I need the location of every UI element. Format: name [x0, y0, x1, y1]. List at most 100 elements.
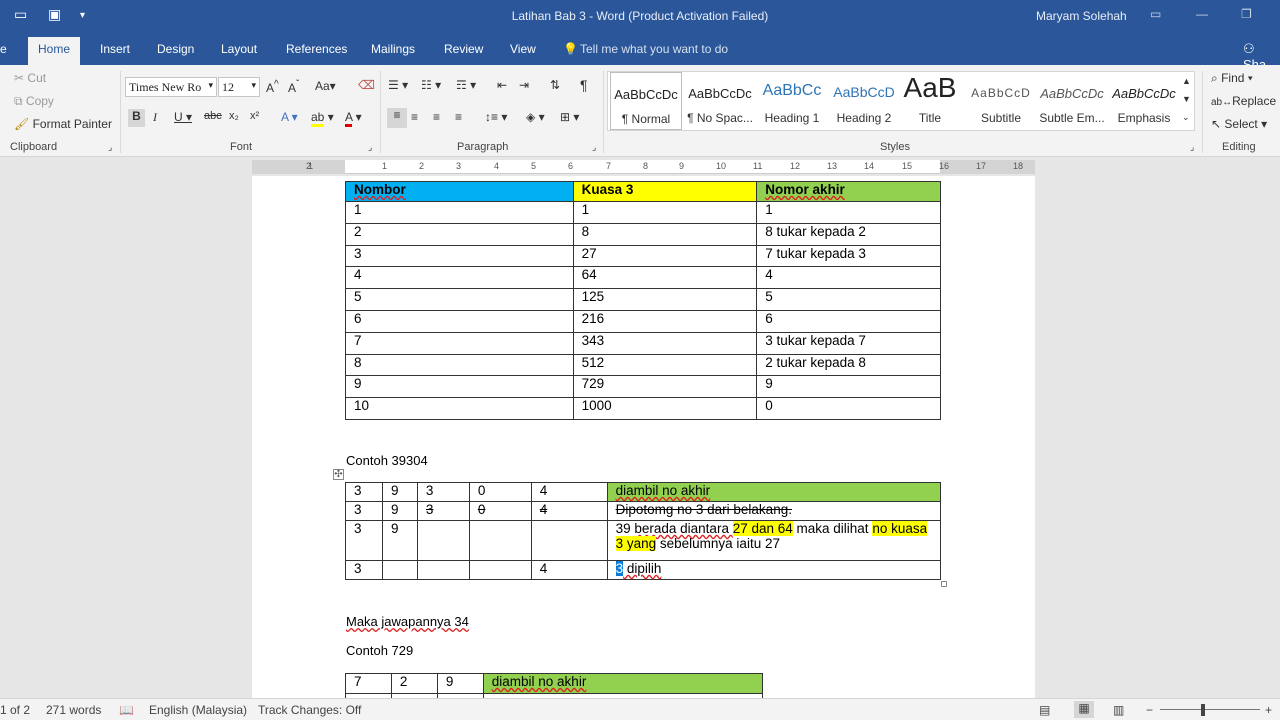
style-heading-2[interactable]: AaBbCcD Heading 2 — [828, 72, 900, 130]
horizontal-ruler[interactable]: 2 1 1 2 3 4 5 6 7 8 9 10 11 12 13 14 15 … — [252, 160, 1035, 174]
table-move-handle-icon[interactable]: ✣ — [333, 469, 344, 480]
table-cell[interactable]: 2 tukar kepada 8 — [756, 353, 941, 377]
contoh-heading-2[interactable]: Contoh 729 — [346, 643, 413, 658]
minimize-icon[interactable]: — — [1196, 7, 1208, 21]
borders-icon[interactable]: ⊞ ▾ — [560, 110, 579, 124]
table-cell[interactable]: 0 — [468, 501, 532, 521]
replace-button[interactable]: ab↔Replace — [1211, 94, 1276, 108]
increase-indent-icon[interactable]: ⇥ — [519, 78, 529, 92]
table-cell[interactable]: 9 — [381, 501, 418, 521]
line-spacing-icon[interactable]: ↕≡ ▾ — [485, 110, 507, 124]
align-right-icon[interactable]: ≡ — [433, 110, 440, 124]
table-cell[interactable]: 64 — [572, 266, 758, 290]
table-cell[interactable]: 3 — [416, 501, 470, 521]
sort-icon[interactable]: ⇅ — [550, 78, 560, 92]
paragraph-launcher-icon[interactable]: ⌟ — [592, 142, 596, 153]
word-count[interactable]: 271 words — [46, 703, 101, 717]
example-table[interactable]: 3 9 3 0 4 diambil no akhir 3 9 3 0 4 Dip… — [345, 482, 942, 580]
select-button[interactable]: ↖ Select ▾ — [1211, 117, 1267, 131]
more-styles-icon[interactable]: ⌄ — [1182, 112, 1190, 123]
table-cell[interactable]: 9 — [381, 482, 418, 502]
format-painter-button[interactable]: 🖌 Format Painter — [14, 117, 112, 131]
subscript-icon[interactable]: x₂ — [229, 110, 239, 122]
restore-icon[interactable]: ❐ — [1241, 7, 1252, 21]
document-page[interactable]: Nombor Kuasa 3 Nomor akhir 111 288 tukar… — [252, 176, 1035, 700]
table-cell[interactable]: 5 — [345, 288, 574, 311]
table-cell[interactable]: 2 — [390, 673, 438, 694]
header-nomor-akhir[interactable]: Nomor akhir — [756, 181, 941, 202]
table-cell[interactable]: 3 — [345, 520, 383, 561]
style-subtle-emphasis[interactable]: AaBbCcDc Subtle Em... — [1036, 72, 1108, 130]
table-cell[interactable]: 9 — [436, 673, 484, 694]
font-color-icon[interactable]: A ▾ — [345, 110, 362, 127]
superscript-icon[interactable]: x² — [250, 110, 259, 122]
style-normal[interactable]: AaBbCcDc ¶ Normal — [610, 72, 682, 130]
table-cell[interactable]: 4 — [530, 501, 608, 521]
table-cell[interactable]: 125 — [572, 288, 758, 311]
track-changes-indicator[interactable]: Track Changes: Off — [258, 703, 361, 717]
show-formatting-icon[interactable]: ¶ — [580, 77, 588, 93]
table-resize-handle[interactable] — [941, 581, 947, 587]
table-cell[interactable]: 343 — [572, 331, 758, 355]
answer-text[interactable]: Maka jawapannya 34 — [346, 614, 469, 629]
multilevel-list-icon[interactable]: ☶ ▾ — [456, 78, 476, 92]
tab-home[interactable]: Home — [28, 37, 81, 65]
table-cell[interactable]: 0 — [756, 397, 941, 420]
example-table-2[interactable]: 7 2 9 diambil no akhir — [345, 673, 764, 700]
table-cell[interactable]: 8 — [572, 222, 758, 246]
table-cell[interactable]: diambil no akhir — [606, 482, 942, 502]
table-cell[interactable]: 1 — [756, 201, 941, 224]
user-name[interactable]: Maryam Solehah — [1036, 9, 1127, 23]
tab-mailings[interactable]: Mailings — [371, 42, 415, 56]
web-layout-icon[interactable]: ▥ — [1113, 703, 1124, 717]
header-kuasa[interactable]: Kuasa 3 — [572, 181, 758, 202]
highlight-icon[interactable]: ab ▾ — [311, 110, 334, 127]
table-cell[interactable]: 9 — [345, 375, 574, 399]
read-mode-icon[interactable]: ▤ — [1039, 703, 1050, 717]
table-cell[interactable]: 0 — [468, 482, 532, 502]
table-cell[interactable]: 216 — [572, 309, 758, 333]
cube-table[interactable]: Nombor Kuasa 3 Nomor akhir 111 288 tukar… — [345, 181, 941, 420]
numbering-icon[interactable]: ☷ ▾ — [421, 78, 441, 92]
table-cell[interactable]: 2 — [345, 222, 574, 246]
contoh-heading[interactable]: Contoh 39304 — [346, 453, 428, 468]
table-cell[interactable]: 1000 — [572, 397, 758, 420]
table-cell[interactable]: 3 tukar kepada 7 — [756, 331, 941, 355]
bullets-icon[interactable]: ☰ ▾ — [388, 78, 408, 92]
copy-button[interactable]: ⧉ Copy — [14, 94, 54, 109]
table-cell[interactable]: 4 — [345, 266, 574, 290]
table-cell[interactable]: 3 — [416, 482, 470, 502]
scroll-up-icon[interactable]: ▲ — [1182, 76, 1191, 86]
style-subtitle[interactable]: AaBbCcD Subtitle — [965, 72, 1037, 130]
table-cell[interactable]: diambil no akhir — [482, 673, 764, 694]
table-cell[interactable]: 6 — [345, 309, 574, 333]
table-cell[interactable]: 10 — [345, 397, 574, 420]
table-cell[interactable]: 3 — [345, 482, 383, 502]
table-cell[interactable]: 27 — [572, 244, 758, 268]
decrease-indent-icon[interactable]: ⇤ — [497, 78, 507, 92]
tab-review[interactable]: Review — [444, 42, 483, 56]
tab-view[interactable]: View — [510, 42, 536, 56]
table-cell[interactable] — [381, 560, 418, 580]
clear-formatting-icon[interactable]: ⌫ — [358, 78, 375, 92]
print-layout-icon[interactable]: ▦ — [1074, 701, 1094, 718]
table-cell[interactable] — [468, 560, 532, 580]
underline-icon[interactable]: U ▾ — [174, 110, 192, 124]
table-cell[interactable]: 4 — [530, 482, 608, 502]
table-cell[interactable]: 3 — [345, 244, 574, 268]
table-cell[interactable]: 4 — [530, 560, 608, 580]
language-indicator[interactable]: English (Malaysia) — [149, 703, 247, 717]
italic-icon[interactable]: I — [153, 110, 157, 125]
table-cell[interactable]: 8 tukar kepada 2 — [756, 222, 941, 246]
table-cell[interactable]: 1 — [572, 201, 758, 224]
table-cell[interactable]: 4 — [756, 266, 941, 290]
zoom-in-icon[interactable]: + — [1265, 703, 1272, 717]
style-heading-1[interactable]: AaBbCc Heading 1 — [756, 72, 828, 130]
table-cell[interactable]: 9 — [381, 520, 418, 561]
tab-file[interactable]: e — [0, 42, 7, 56]
page-count[interactable]: 1 of 2 — [0, 703, 30, 717]
scroll-down-icon[interactable]: ▼ — [1182, 94, 1191, 104]
align-left-icon[interactable]: ≡ — [387, 108, 407, 128]
table-cell[interactable]: 7 — [345, 331, 574, 355]
tell-me-box[interactable]: Tell me what you want to do — [580, 42, 728, 56]
